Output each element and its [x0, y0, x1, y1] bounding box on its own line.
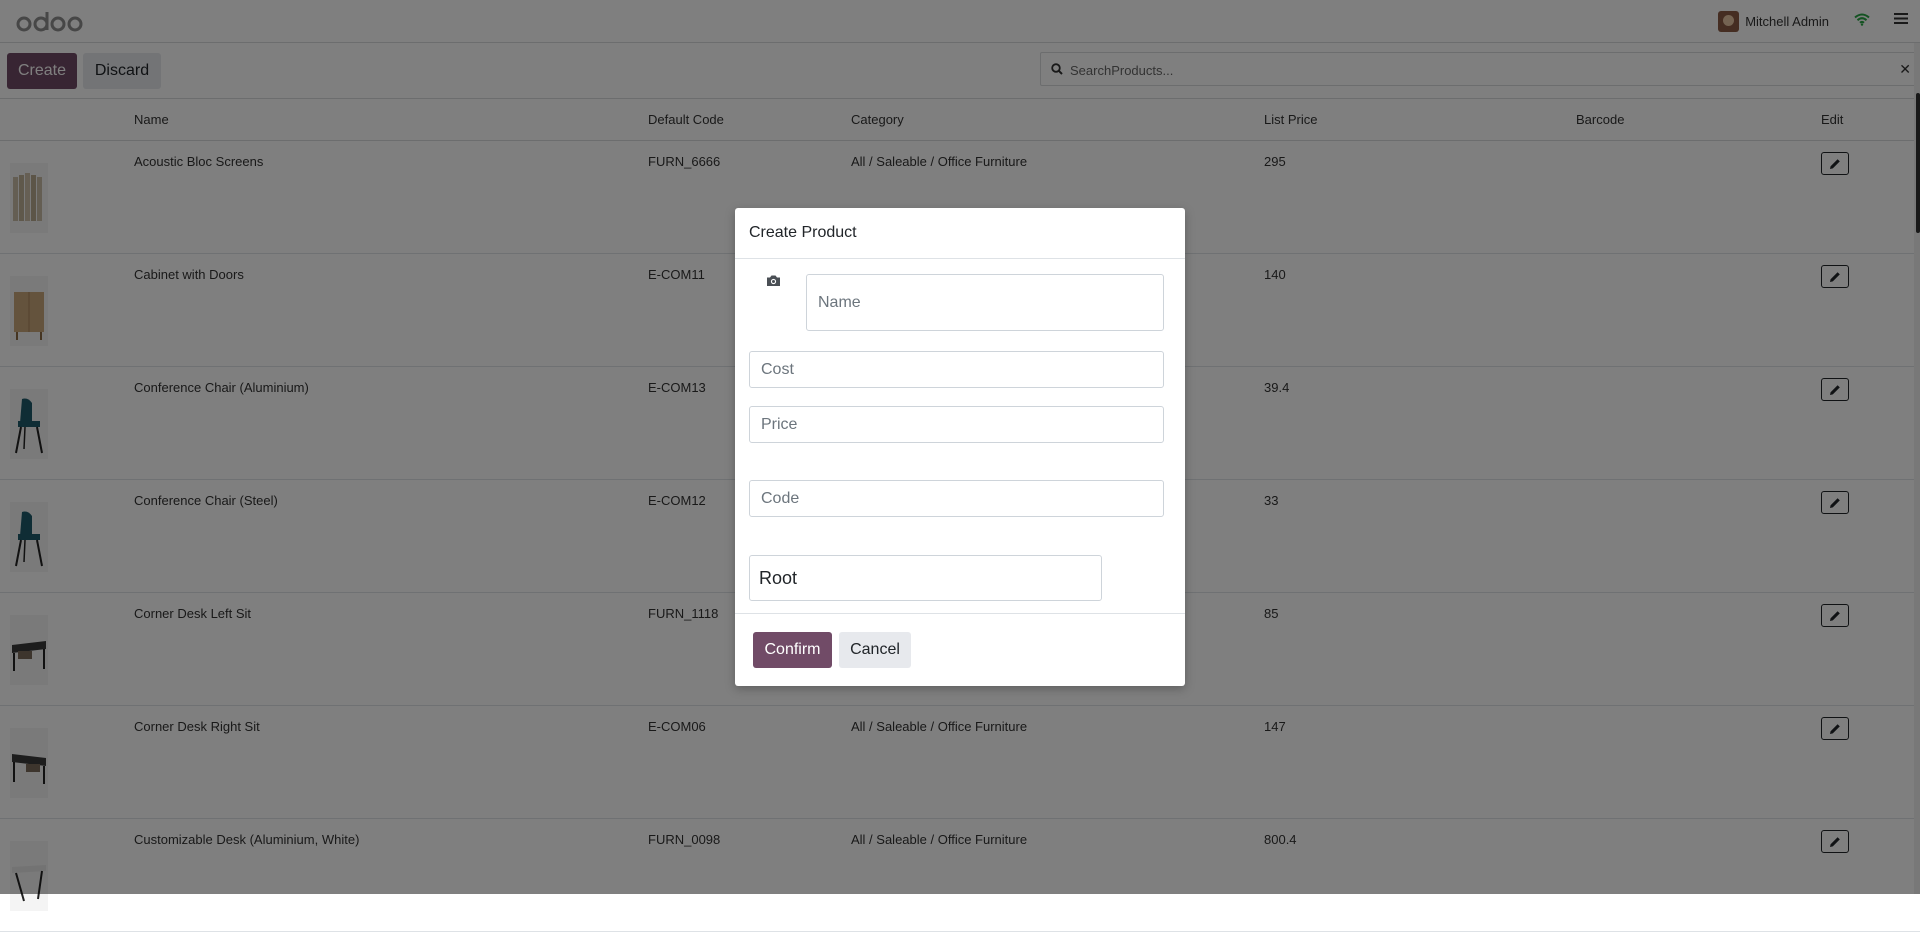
dialog-footer: Confirm Cancel	[735, 613, 1185, 686]
dialog-title: Create Product	[749, 224, 857, 241]
cancel-button[interactable]: Cancel	[839, 632, 911, 668]
code-field[interactable]	[749, 480, 1164, 517]
category-select[interactable]	[749, 555, 1102, 601]
camera-icon[interactable]	[766, 274, 781, 287]
name-field[interactable]	[806, 274, 1164, 331]
cost-field[interactable]	[749, 351, 1164, 388]
create-product-dialog: Create Product Confirm Cancel	[735, 208, 1185, 686]
price-field[interactable]	[749, 406, 1164, 443]
confirm-button[interactable]: Confirm	[753, 632, 832, 668]
dialog-header: Create Product	[735, 208, 1185, 259]
